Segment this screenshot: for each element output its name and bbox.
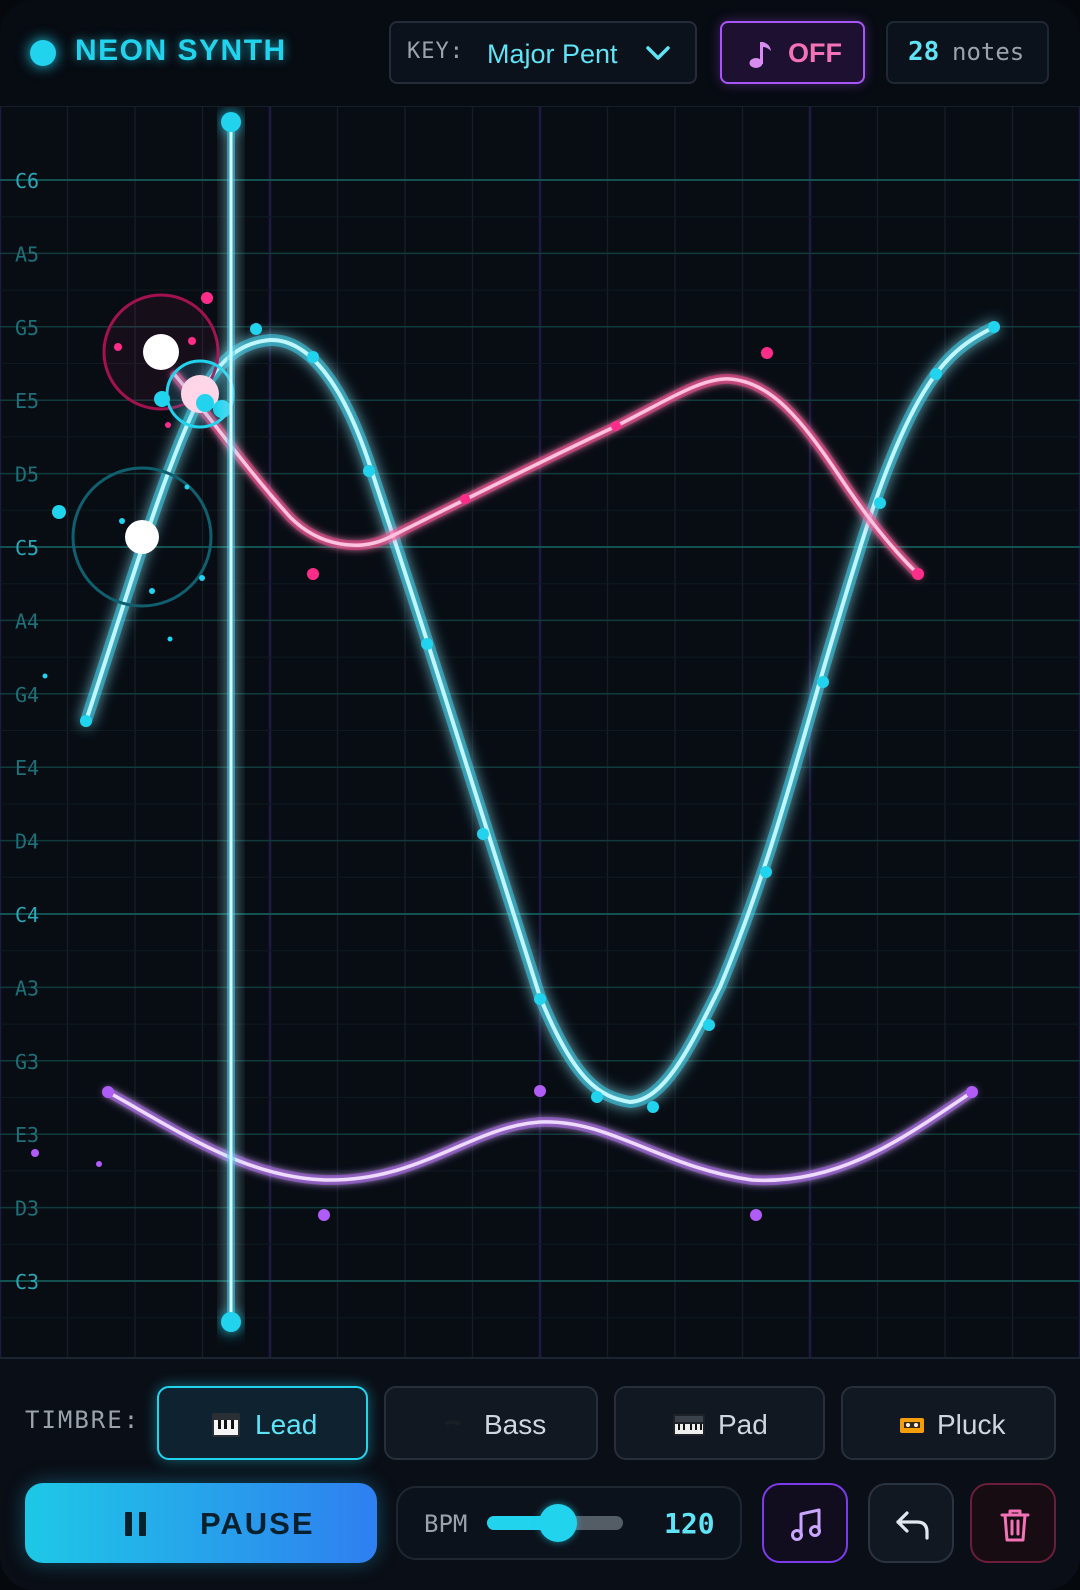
note-label: E3 — [15, 1123, 39, 1147]
pink-stroke-points — [114, 292, 924, 580]
keyboard-icon — [673, 1414, 705, 1436]
timbre-button-bass[interactable]: Bass — [384, 1386, 598, 1460]
playhead[interactable] — [221, 112, 241, 1332]
timbre-label-pad: Pad — [718, 1409, 768, 1440]
bpm-slider-thumb[interactable] — [538, 1504, 577, 1542]
note-label: C5 — [15, 536, 39, 560]
timbre-button-pluck[interactable]: Pluck — [841, 1386, 1056, 1460]
note-label: D4 — [15, 830, 39, 854]
note-label: G5 — [15, 316, 39, 340]
undo-icon — [896, 1511, 929, 1540]
note-label: D3 — [15, 1197, 39, 1221]
neon-synth-app: NEON SYNTH KEY: Major Pent OFF 28 notes — [0, 0, 1080, 1590]
timbre-label-lead: Lead — [255, 1409, 318, 1440]
note-label: D5 — [15, 463, 39, 487]
app-title: NEON SYNTH — [75, 34, 287, 67]
pause-button[interactable]: PAUSE — [25, 1483, 377, 1563]
note-label: C3 — [15, 1270, 39, 1294]
pink-stroke[interactable] — [170, 370, 923, 579]
touch-cursor — [125, 520, 159, 554]
note-labels: C6 A5 G5 E5 D5 C5 A4 G4 E4 D4 C4 A3 G3 E3 D3 C3 — [15, 169, 39, 1294]
key-selector[interactable]: KEY: Major Pent — [389, 21, 697, 84]
pause-label: PAUSE — [200, 1506, 315, 1541]
sound-toggle-button[interactable]: OFF — [720, 21, 865, 84]
timbre-button-lead[interactable]: Lead — [157, 1386, 368, 1460]
touch-cursor — [143, 334, 179, 370]
undo-button[interactable] — [868, 1483, 954, 1563]
note-label: G3 — [15, 1050, 39, 1074]
note-label: A5 — [15, 242, 39, 266]
music-notes-button[interactable] — [762, 1483, 848, 1563]
pause-icon — [125, 1512, 146, 1536]
note-count-badge: 28 notes — [886, 21, 1049, 84]
key-label: KEY: — [407, 39, 464, 64]
playhead-handle-top[interactable] — [221, 112, 241, 132]
note-grid[interactable]: C6 A5 G5 E5 D5 C5 A4 G4 E4 D4 C4 A3 G3 E3 D3 C3 — [0, 107, 1080, 1357]
clear-button[interactable] — [970, 1483, 1056, 1563]
bpm-control: BPM 120 — [396, 1486, 742, 1560]
status-dot-icon — [30, 40, 56, 66]
note-label: E4 — [15, 756, 39, 780]
timbre-label: TIMBRE: — [25, 1406, 141, 1434]
note-label: C4 — [15, 903, 39, 927]
key-value: Major Pent — [487, 39, 618, 69]
purple-stroke-points — [31, 1085, 978, 1221]
drawing-canvas[interactable]: C6 A5 G5 E5 D5 C5 A4 G4 E4 D4 C4 A3 G3 E3 D3 C3 — [0, 107, 1080, 1357]
timbre-label-pluck: Pluck — [937, 1409, 1006, 1440]
bpm-value: 120 — [664, 1507, 715, 1540]
piano-icon — [212, 1413, 240, 1437]
note-label: A3 — [15, 976, 39, 1000]
note-label: E5 — [15, 389, 39, 413]
cassette-icon — [900, 1418, 924, 1433]
note-count-unit: notes — [952, 38, 1025, 66]
timbre-button-pad[interactable]: Pad — [614, 1386, 825, 1460]
note-label: A4 — [15, 609, 39, 633]
header-bar: NEON SYNTH KEY: Major Pent OFF 28 notes — [0, 0, 1080, 107]
note-label: C6 — [15, 169, 39, 193]
note-label: G4 — [15, 683, 39, 707]
timbre-label-bass: Bass — [484, 1409, 547, 1440]
bpm-label: BPM — [424, 1510, 468, 1538]
bass-icon — [444, 1420, 461, 1426]
chevron-down-icon — [646, 46, 670, 60]
note-count-value: 28 — [908, 37, 940, 67]
sound-toggle-label: OFF — [788, 38, 842, 68]
playhead-handle-bottom[interactable] — [221, 1312, 241, 1332]
trash-icon — [1000, 1509, 1030, 1542]
music-notes-icon — [791, 1508, 821, 1541]
music-note-icon — [749, 42, 771, 68]
control-panel: TIMBRE: Lead Bass Pad Pluck PAUSE BPM 12… — [0, 1357, 1080, 1590]
